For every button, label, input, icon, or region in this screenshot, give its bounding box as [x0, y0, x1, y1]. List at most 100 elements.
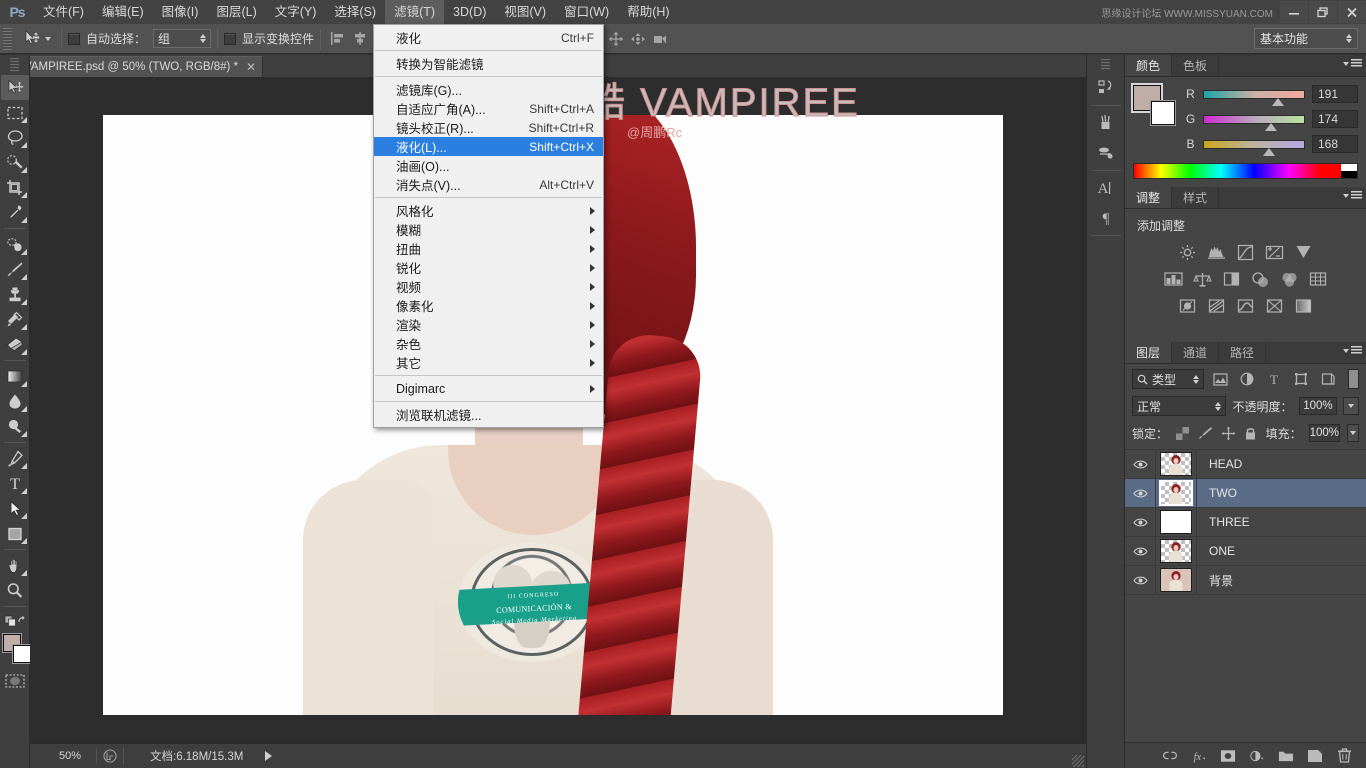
tab-swatches[interactable]: 色板 [1172, 55, 1220, 76]
minimize-button[interactable] [1280, 1, 1308, 23]
tool-expand-triangle[interactable] [20, 349, 27, 355]
color-swatch-pair[interactable] [1133, 85, 1175, 125]
default-colors-icon[interactable] [1, 610, 29, 630]
slider-thumb[interactable] [1272, 97, 1284, 106]
document-tab[interactable]: VAMPIREE.psd @ 50% (TWO, RGB/8#) * ✕ [14, 56, 264, 77]
menu-7[interactable]: 3D(D) [444, 0, 495, 24]
posterize-icon[interactable] [1207, 297, 1227, 315]
hand-tool[interactable] [1, 553, 29, 578]
type-tool[interactable]: T [1, 471, 29, 496]
eyedropper-tool[interactable] [1, 200, 29, 225]
dock-grip[interactable] [1101, 59, 1110, 71]
clone-stamp-tool[interactable] [1, 282, 29, 307]
show-transform-checkbox[interactable] [224, 32, 237, 45]
menu-0[interactable]: 文件(F) [34, 0, 93, 24]
document-profile-icon[interactable] [97, 747, 123, 765]
new-group-icon[interactable] [1278, 748, 1294, 764]
menu-item-3-5[interactable]: 像素化 [374, 296, 603, 315]
vibrance-icon[interactable] [1294, 243, 1314, 261]
dodge-tool[interactable] [1, 414, 29, 439]
blend-mode-dropdown[interactable]: 正常 [1132, 396, 1227, 416]
status-expand-arrow[interactable] [265, 751, 273, 761]
tool-preset-picker[interactable] [16, 28, 55, 50]
layer-thumbnail[interactable] [1155, 478, 1197, 508]
tool-expand-triangle[interactable] [20, 431, 27, 437]
menu-item-2-4[interactable]: 油画(O)... [374, 156, 603, 175]
menu-item-3-3[interactable]: 锐化 [374, 258, 603, 277]
menu-item-5-0[interactable]: 浏览联机滤镜... [374, 405, 603, 424]
channel-slider[interactable] [1203, 139, 1305, 156]
layer-row[interactable]: 背景 [1125, 565, 1366, 595]
menu-item-2-0[interactable]: 滤镜库(G)... [374, 80, 603, 99]
character-icon[interactable]: A [1091, 173, 1121, 203]
tab-layers[interactable]: 图层 [1125, 342, 1173, 363]
layer-name[interactable]: 背景 [1197, 572, 1233, 589]
rectangular-marquee-tool[interactable] [1, 100, 29, 125]
camera-3d-icon[interactable] [649, 28, 671, 50]
lasso-tool[interactable] [1, 125, 29, 150]
tool-expand-triangle[interactable] [20, 570, 27, 576]
tool-expand-triangle[interactable] [20, 463, 27, 469]
menu-1[interactable]: 编辑(E) [93, 0, 153, 24]
brush-tool[interactable] [1, 257, 29, 282]
layer-thumbnail[interactable] [1155, 536, 1197, 566]
layer-visibility-toggle[interactable] [1125, 479, 1155, 508]
pan-3d-icon[interactable] [605, 28, 627, 50]
adjustments-panel-menu[interactable] [1343, 191, 1362, 200]
tools-panel-grip[interactable] [10, 58, 19, 72]
tool-expand-triangle[interactable] [20, 117, 27, 123]
slider-thumb[interactable] [1265, 122, 1277, 131]
auto-select-checkbox[interactable] [68, 32, 80, 45]
opacity-slider-caret[interactable] [1343, 397, 1359, 415]
menu-5[interactable]: 选择(S) [325, 0, 385, 24]
layer-mask-icon[interactable] [1220, 748, 1236, 764]
menu-item-2-5[interactable]: 消失点(V)... Alt+Ctrl+V [374, 175, 603, 194]
layer-filter-type-dropdown[interactable]: 类型 [1132, 369, 1204, 389]
channel-value[interactable]: 168 [1312, 135, 1358, 153]
gradient-map-icon[interactable] [1294, 297, 1314, 315]
menu-8[interactable]: 视图(V) [495, 0, 555, 24]
menu-9[interactable]: 窗口(W) [555, 0, 618, 24]
brightness-contrast-icon[interactable] [1178, 243, 1198, 261]
tool-expand-triangle[interactable] [20, 274, 27, 280]
rectangle-tool[interactable] [1, 521, 29, 546]
layer-style-icon[interactable]: fx [1191, 748, 1207, 764]
channel-value[interactable]: 191 [1312, 85, 1358, 103]
type-filter-icon[interactable]: T [1263, 369, 1285, 389]
quick-mask-icon[interactable] [4, 673, 25, 689]
layer-row[interactable]: THREE [1125, 507, 1366, 537]
layer-thumbnail[interactable] [1155, 507, 1197, 537]
resize-grip[interactable] [1072, 755, 1084, 767]
tool-expand-triangle[interactable] [20, 381, 27, 387]
black-white-icon[interactable] [1221, 270, 1241, 288]
paragraph-icon[interactable]: ¶ [1091, 203, 1121, 233]
align-horizontal-centers-icon[interactable] [349, 28, 371, 50]
align-left-edges-icon[interactable] [327, 28, 349, 50]
delete-layer-icon[interactable] [1336, 748, 1352, 764]
slide-3d-icon[interactable] [627, 28, 649, 50]
menu-item-4-0[interactable]: Digimarc [374, 379, 603, 398]
menu-item-1-0[interactable]: 转换为智能滤镜 [374, 54, 603, 73]
zoom-tool[interactable] [1, 578, 29, 603]
menu-3[interactable]: 图层(L) [207, 0, 265, 24]
close-button[interactable] [1338, 1, 1366, 23]
color-spectrum-ramp[interactable] [1133, 163, 1358, 179]
invert-icon[interactable] [1178, 297, 1198, 315]
adjustment-filter-icon[interactable] [1236, 369, 1258, 389]
background-swatch[interactable] [1151, 101, 1175, 125]
tab-paths[interactable]: 路径 [1219, 342, 1267, 363]
channel-mixer-icon[interactable] [1279, 270, 1299, 288]
color-swatches[interactable] [1, 634, 31, 664]
close-icon[interactable]: ✕ [246, 60, 256, 74]
history-brush-tool[interactable] [1, 307, 29, 332]
tool-expand-triangle[interactable] [20, 192, 27, 198]
tab-color[interactable]: 颜色 [1125, 55, 1173, 76]
adjustment-layer-icon[interactable] [1249, 748, 1265, 764]
menu-10[interactable]: 帮助(H) [618, 0, 678, 24]
menu-item-3-4[interactable]: 视频 [374, 277, 603, 296]
layer-thumbnail[interactable] [1155, 449, 1197, 479]
lock-all-icon[interactable] [1243, 423, 1259, 443]
tool-expand-triangle[interactable] [20, 406, 27, 412]
restore-button[interactable] [1309, 1, 1337, 23]
workspace-selector[interactable]: 基本功能 [1254, 28, 1358, 49]
